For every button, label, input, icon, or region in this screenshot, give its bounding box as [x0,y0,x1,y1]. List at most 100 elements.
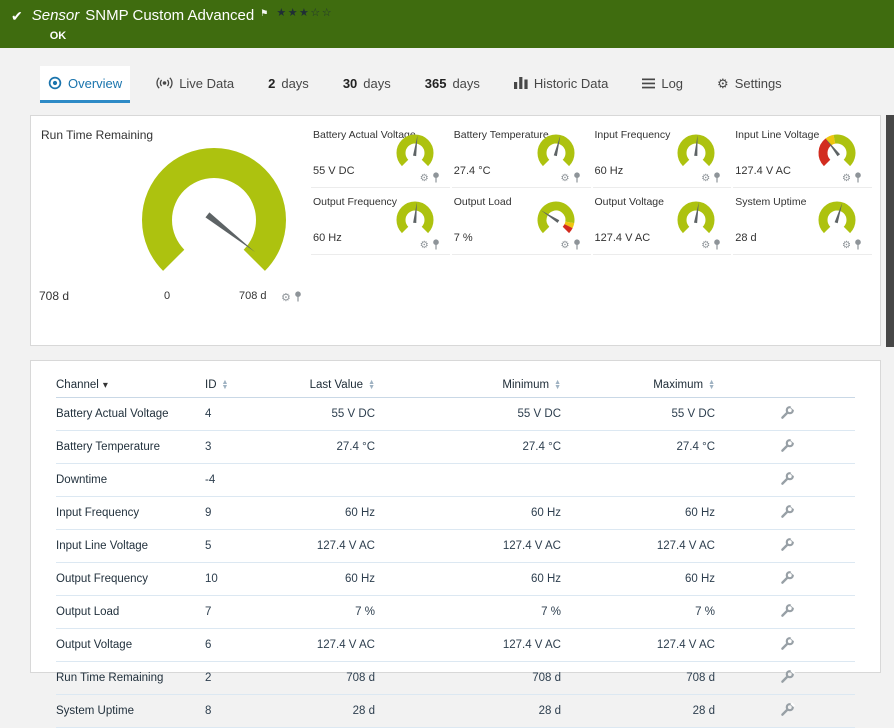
channel-maximum: 127.4 V AC [565,529,719,563]
channel-maximum: 28 d [565,694,719,728]
gauge-input-line-voltage: Input Line Voltage 127.4 V AC ⚙ [733,124,872,188]
gauge-icons: ⚙ [701,170,721,188]
channel-id: 2 [201,661,296,695]
channel-id: 9 [201,496,296,530]
tab-live-data[interactable]: Live Data [148,66,242,103]
channel-id: 8 [201,694,296,728]
big-gauge-dial-svg [142,148,286,271]
pin-icon[interactable] [432,237,440,255]
tab-30-days[interactable]: 30 days [335,66,399,103]
gauge-label: System Uptime [735,196,807,208]
column-header-minimum[interactable]: Minimum ▲ ▼ [379,373,565,398]
tab-365-days[interactable]: 365 days [417,66,488,103]
wrench-icon [780,603,795,617]
channel-settings-button[interactable] [780,603,795,621]
column-header-channel[interactable]: Channel ▾ [56,373,201,398]
big-gauge: Run Time Remaining 708 d 0 708 d ⚙ [31,116,313,345]
pin-icon [855,239,861,250]
gear-icon[interactable]: ⚙ [561,241,570,251]
pin-icon[interactable] [713,170,721,188]
table-row: Downtime -4 [56,463,855,497]
channel-maximum: 708 d [565,661,719,695]
channel-maximum: 60 Hz [565,562,719,596]
channel-settings-button[interactable] [780,405,795,423]
channel-settings-button[interactable] [780,636,795,654]
channel-minimum: 708 d [379,661,565,695]
channel-name[interactable]: Input Line Voltage [56,529,201,563]
big-gauge-scale-min: 0 [164,290,171,302]
gauge-value: 55 V DC [313,165,355,177]
channel-settings-button[interactable] [780,537,795,555]
column-header-last-value[interactable]: Last Value ▲ ▼ [296,373,379,398]
channel-settings-button[interactable] [780,702,795,720]
column-header-maximum[interactable]: Maximum ▲ ▼ [565,373,719,398]
column-header-id[interactable]: ID ▲ ▼ [201,373,296,398]
channel-name[interactable]: Output Voltage [56,628,201,662]
channel-table-body: Battery Actual Voltage 4 55 V DC 55 V DC 55 … [56,397,855,728]
channel-name[interactable]: Input Frequency [56,496,201,530]
gear-icon[interactable]: ⚙ [420,241,429,251]
chart-icon [513,77,528,89]
gear-icon[interactable]: ⚙ [420,174,429,184]
channel-minimum: 7 % [379,595,565,629]
channel-name[interactable]: Output Load [56,595,201,629]
channel-id: 5 [201,529,296,563]
channel-name[interactable]: Run Time Remaining [56,661,201,695]
gauge-system-uptime: System Uptime 28 d ⚙ [733,191,872,255]
channel-name[interactable]: Downtime [56,463,201,497]
tab-overview[interactable]: Overview [40,66,131,103]
priority-stars[interactable]: ★★★☆☆ [276,7,333,19]
gear-icon[interactable]: ⚙ [701,174,710,184]
pin-icon [714,172,721,183]
tab-historic-data[interactable]: Historic Data [506,66,616,103]
channel-last-value: 127.4 V AC [296,529,379,563]
pin-icon[interactable] [432,170,440,188]
pin-icon[interactable] [573,237,581,255]
channel-name[interactable]: Battery Actual Voltage [56,397,201,431]
pin-icon [573,172,580,183]
gear-icon[interactable]: ⚙ [281,292,291,304]
pin-icon[interactable] [713,237,721,255]
channel-settings-button[interactable] [780,471,795,489]
gear-icon[interactable]: ⚙ [561,174,570,184]
gauge-dial [677,134,715,167]
channel-table-head: Channel ▾ ID ▲ ▼ Last Value ▲ ▼ Minimum ▲ ▼ Maximum… [56,373,855,398]
channel-settings-button[interactable] [780,669,795,687]
channel-last-value [296,463,379,497]
channel-last-value: 27.4 °C [296,430,379,464]
tab-settings[interactable]: ⚙ Settings [709,66,790,103]
sort-icon: ▲ ▼ [221,378,229,391]
channel-maximum [565,463,719,497]
tab-label: days [281,75,309,91]
pin-icon[interactable] [854,170,862,188]
page-title: SNMP Custom Advanced [85,7,255,24]
tab-log[interactable]: Log [634,66,691,103]
scrollbar-thumb[interactable] [886,115,894,347]
wrench-icon [780,504,795,518]
channel-settings-button[interactable] [780,504,795,522]
wrench-icon [780,405,795,419]
priority-flag-icon[interactable]: ⚑ [260,8,268,18]
pin-icon[interactable] [294,289,302,307]
small-gauges-grid: Battery Actual Voltage 55 V DC ⚙ Battery Te… [311,124,872,255]
gear-icon[interactable]: ⚙ [701,241,710,251]
channel-settings-button[interactable] [780,438,795,456]
channel-name[interactable]: Output Frequency [56,562,201,596]
pin-icon[interactable] [573,170,581,188]
tab-bar: Overview Live Data 2 days 30 days 365 days Histo… [0,66,894,103]
gear-icon[interactable]: ⚙ [842,174,851,184]
channel-name[interactable]: Battery Temperature [56,430,201,464]
channel-id: 3 [201,430,296,464]
tab-2-days[interactable]: 2 days [260,66,317,103]
pin-icon[interactable] [854,237,862,255]
gauge-icons: ⚙ [420,170,440,188]
gauge-battery-actual-voltage: Battery Actual Voltage 55 V DC ⚙ [311,124,450,188]
gauge-dial [396,201,434,234]
channel-settings-button[interactable] [780,570,795,588]
gear-icon[interactable]: ⚙ [842,241,851,251]
channel-name[interactable]: System Uptime [56,694,201,728]
gauge-value: 127.4 V AC [735,165,791,177]
gauge-label: Output Load [453,196,512,208]
table-row: Battery Actual Voltage 4 55 V DC 55 V DC 55 … [56,397,855,431]
channel-minimum: 60 Hz [379,562,565,596]
